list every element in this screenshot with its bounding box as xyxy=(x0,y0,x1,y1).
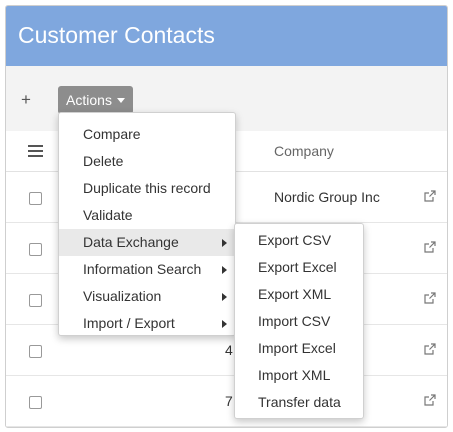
menu-item-information-search[interactable]: Information Search xyxy=(59,256,235,283)
actions-menu: Compare Delete Duplicate this record Val… xyxy=(58,112,236,336)
menu-item-import-export[interactable]: Import / Export xyxy=(59,310,235,337)
menu-item-label: Visualization xyxy=(83,288,162,304)
chevron-right-icon xyxy=(222,293,227,301)
page-title: Customer Contacts xyxy=(18,22,215,48)
external-link-icon[interactable] xyxy=(424,394,436,406)
menu-item-visualization[interactable]: Visualization xyxy=(59,283,235,310)
table-row[interactable]: 7 Associ... xyxy=(6,376,447,427)
menu-item-compare[interactable]: Compare xyxy=(59,121,235,148)
submenu-item-export-xml[interactable]: Export XML xyxy=(235,281,363,308)
app-window: Customer Contacts + Actions Company Nord… xyxy=(5,5,448,428)
external-link-icon[interactable] xyxy=(424,292,436,304)
external-link-icon[interactable] xyxy=(424,241,436,253)
row-company: Nordic Group Inc xyxy=(274,189,380,205)
page-header: Customer Contacts xyxy=(6,6,447,66)
actions-label: Actions xyxy=(66,92,112,108)
submenu-item-transfer-data[interactable]: Transfer data xyxy=(235,389,363,416)
menu-item-label: Data Exchange xyxy=(83,234,179,250)
add-record-button[interactable]: + xyxy=(18,90,34,109)
menu-item-validate[interactable]: Validate xyxy=(59,202,235,229)
row-checkbox[interactable] xyxy=(29,345,42,358)
chevron-right-icon xyxy=(222,239,227,247)
chevron-right-icon xyxy=(222,266,227,274)
row-checkbox[interactable] xyxy=(29,396,42,409)
submenu-item-export-csv[interactable]: Export CSV xyxy=(235,227,363,254)
actions-dropdown-button[interactable]: Actions xyxy=(58,86,133,114)
row-number: 4 xyxy=(225,342,233,358)
menu-item-label: Information Search xyxy=(83,261,202,277)
row-number: 7 xyxy=(225,393,233,409)
submenu-item-export-excel[interactable]: Export Excel xyxy=(235,254,363,281)
menu-item-duplicate[interactable]: Duplicate this record xyxy=(59,175,235,202)
external-link-icon[interactable] xyxy=(424,343,436,355)
external-link-icon[interactable] xyxy=(424,190,436,202)
data-exchange-submenu: Export CSV Export Excel Export XML Impor… xyxy=(234,223,364,419)
row-checkbox[interactable] xyxy=(29,192,42,205)
submenu-item-import-csv[interactable]: Import CSV xyxy=(235,308,363,335)
plus-icon: + xyxy=(21,90,31,109)
column-header-company[interactable]: Company xyxy=(274,143,334,159)
chevron-right-icon xyxy=(222,320,227,328)
hamburger-icon[interactable] xyxy=(28,145,43,157)
menu-item-delete[interactable]: Delete xyxy=(59,148,235,175)
menu-item-label: Import / Export xyxy=(83,315,175,331)
submenu-item-import-xml[interactable]: Import XML xyxy=(235,362,363,389)
row-checkbox[interactable] xyxy=(29,294,42,307)
row-checkbox[interactable] xyxy=(29,243,42,256)
menu-item-data-exchange[interactable]: Data Exchange xyxy=(59,229,235,256)
caret-down-icon xyxy=(116,98,125,103)
submenu-item-import-excel[interactable]: Import Excel xyxy=(235,335,363,362)
